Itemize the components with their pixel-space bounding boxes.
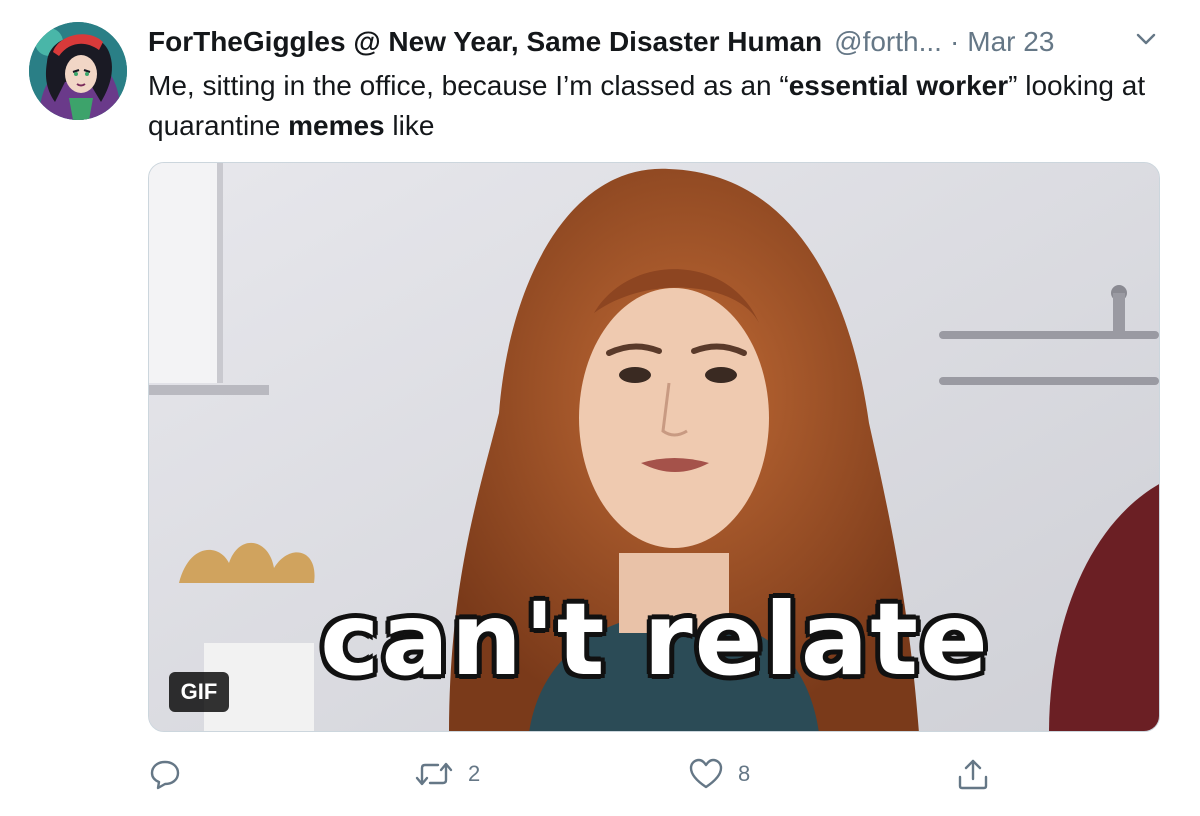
- share-icon: [956, 757, 990, 791]
- tweet-header: ForTheGiggles @ New Year, Same Disaster …: [148, 26, 1054, 62]
- like-count: 8: [738, 761, 751, 786]
- tweet-text-bold: memes: [288, 110, 385, 141]
- display-name[interactable]: ForTheGiggles @ New Year, Same Disaster …: [148, 26, 822, 58]
- retweet-button[interactable]: 2: [414, 752, 480, 796]
- avatar-illustration: [29, 22, 127, 120]
- tweet-text: Me, sitting in the office, because I’m c…: [148, 66, 1148, 146]
- share-button[interactable]: [956, 752, 990, 796]
- gif-caption: can't relate: [320, 581, 990, 698]
- tweet-date[interactable]: Mar 23: [967, 26, 1054, 58]
- user-handle[interactable]: @forth...: [834, 26, 942, 58]
- retweet-count: 2: [468, 761, 481, 786]
- tweet-text-bold: essential worker: [788, 70, 1009, 101]
- tweet-text-part: like: [384, 110, 435, 141]
- tweet-text-part: Me, sitting in the office, because I’m c…: [148, 70, 789, 101]
- heart-icon: [688, 757, 724, 791]
- separator-dot: ·: [949, 26, 960, 57]
- chevron-down-icon[interactable]: [1132, 28, 1160, 50]
- avatar[interactable]: [29, 22, 127, 120]
- gif-badge: GIF: [169, 672, 229, 712]
- reply-icon: [148, 757, 182, 791]
- reply-button[interactable]: [148, 752, 182, 796]
- retweet-icon: [414, 757, 454, 791]
- gif-media[interactable]: can't relate GIF: [148, 162, 1160, 732]
- tweet-actions: 2 8: [148, 752, 1160, 796]
- tweet: ForTheGiggles @ New Year, Same Disaster …: [0, 0, 1200, 816]
- like-button[interactable]: 8: [688, 752, 750, 796]
